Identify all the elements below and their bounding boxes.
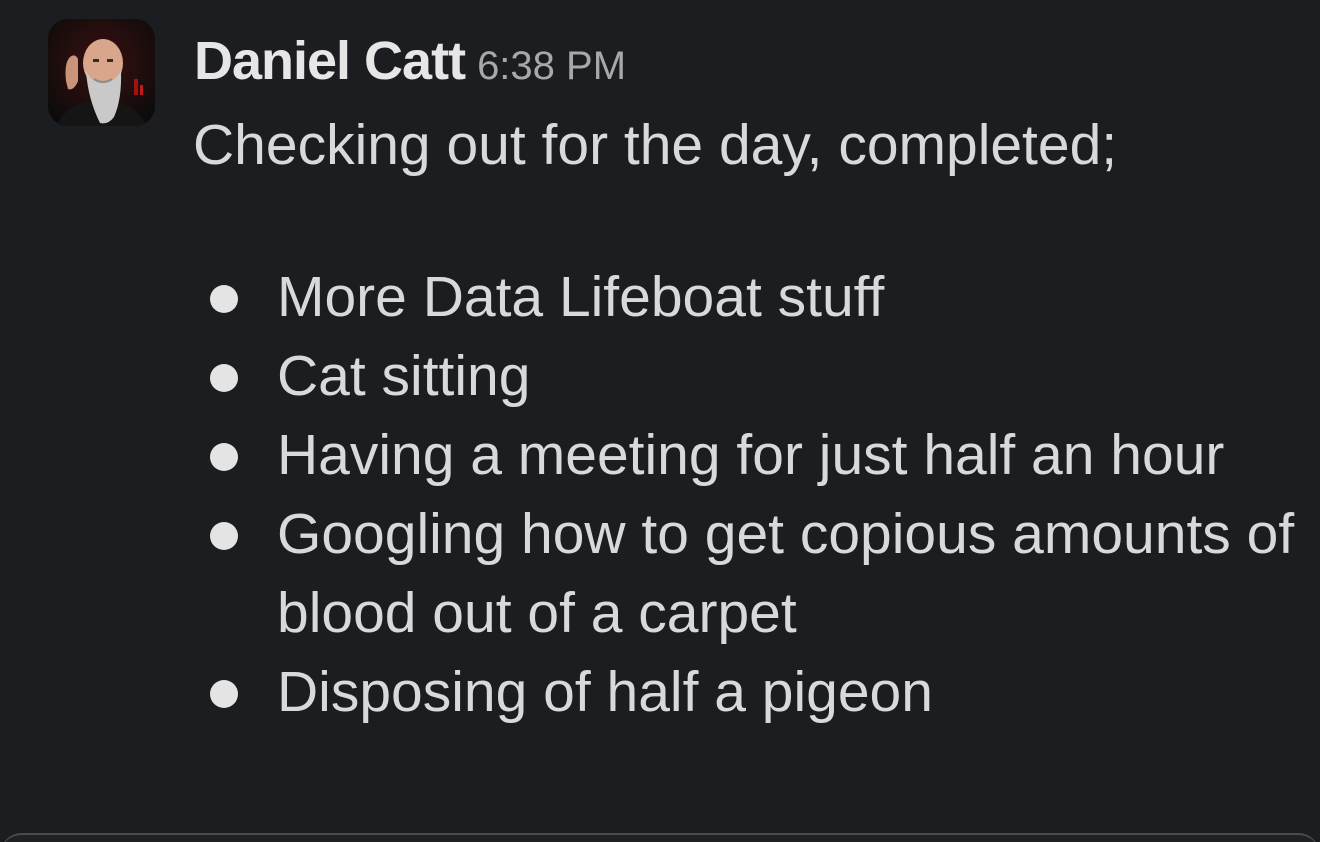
sender-name[interactable]: Daniel Catt bbox=[194, 31, 466, 91]
list-item-text: More Data Lifeboat stuff bbox=[277, 265, 885, 329]
list-item-text: Having a meeting for just half an hour bbox=[277, 423, 1225, 487]
list-item: Disposing of half a pigeon bbox=[210, 653, 1300, 732]
bullet-icon bbox=[210, 364, 238, 392]
bullet-list: More Data Lifeboat stuff Cat sitting Hav… bbox=[210, 258, 1300, 732]
message: Daniel Catt 6:38 PM Checking out for the … bbox=[0, 0, 1320, 842]
list-item-text: Cat sitting bbox=[277, 344, 531, 408]
avatar[interactable] bbox=[48, 19, 155, 126]
list-item-text: Disposing of half a pigeon bbox=[277, 660, 933, 724]
list-item-text: Googling how to get copious amounts of b… bbox=[277, 502, 1295, 645]
list-item: Googling how to get copious amounts of b… bbox=[210, 495, 1300, 653]
bullet-icon bbox=[210, 443, 238, 471]
list-item: More Data Lifeboat stuff bbox=[210, 258, 1300, 337]
bullet-icon bbox=[210, 522, 238, 550]
list-item: Cat sitting bbox=[210, 337, 1300, 416]
avatar-photo-icon bbox=[48, 19, 155, 126]
bullet-icon bbox=[210, 285, 238, 313]
message-composer-edge[interactable] bbox=[0, 833, 1320, 842]
timestamp[interactable]: 6:38 PM bbox=[477, 44, 626, 88]
message-intro: Checking out for the day, completed; bbox=[193, 113, 1118, 177]
message-header: Daniel Catt 6:38 PM bbox=[194, 26, 626, 96]
bullet-icon bbox=[210, 680, 238, 708]
list-item: Having a meeting for just half an hour bbox=[210, 416, 1300, 495]
